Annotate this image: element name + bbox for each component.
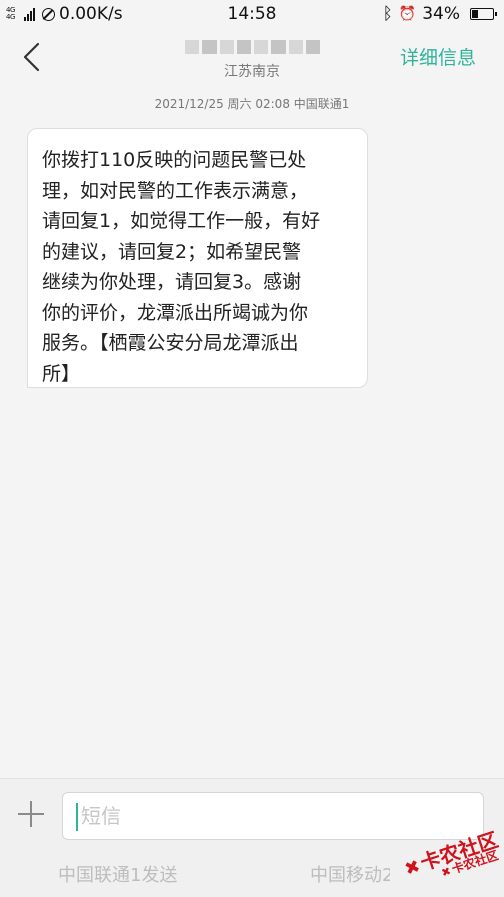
- send-sim2-button[interactable]: 中国移动2发送: [310, 861, 390, 887]
- message-line: 请回复1，如觉得工作一般，有好: [42, 210, 321, 232]
- message-timestamp: 2021/12/25 周六 02:08 中国联通1: [154, 97, 350, 111]
- battery-icon: [470, 8, 497, 20]
- battery-percent: 34%: [422, 4, 460, 24]
- message-bubble[interactable]: 你拨打110反映的问题民警已处 理，如对民警的工作表示满意， 请回复1，如觉得工…: [27, 128, 368, 388]
- battery-fill: [472, 10, 479, 18]
- sms-input-placeholder: 短信: [81, 804, 121, 828]
- message-line: 理，如对民警的工作表示满意，: [42, 179, 309, 202]
- composer-bar: 短信 中国联通1发送 中国移动2发送: [0, 778, 504, 897]
- contact-name-redacted: [185, 40, 320, 54]
- conversation-header: 江苏南京 详细信息: [0, 30, 504, 85]
- text-caret: [76, 803, 78, 831]
- status-right: ᛒ ⏰ 34%: [382, 4, 497, 24]
- bluetooth-icon: ᛒ: [382, 4, 393, 24]
- add-attachment-icon[interactable]: [18, 801, 44, 827]
- detail-info-button[interactable]: 详细信息: [400, 43, 476, 70]
- message-line: 继续为你处理，请回复3。感谢: [42, 271, 302, 293]
- message-line: 的建议，请回复2；如希望民警: [42, 240, 302, 263]
- alarm-icon: ⏰: [398, 6, 417, 22]
- message-line: 你的评价，龙潭派出所竭诚为你: [42, 301, 309, 324]
- message-line: 你拨打110反映的问题民警已处: [42, 149, 307, 171]
- status-bar: 4G 4G 0.00K/s 14:58 ᛒ ⏰ 34%: [0, 0, 504, 30]
- send-sim1-button[interactable]: 中国联通1发送: [58, 861, 177, 887]
- send-sim2-label: 中国移动2发送: [310, 865, 390, 886]
- sms-input[interactable]: 短信: [62, 792, 484, 840]
- message-line: 服务。【栖霞公安分局龙潭派出: [42, 332, 299, 354]
- message-line: 所】: [42, 362, 81, 385]
